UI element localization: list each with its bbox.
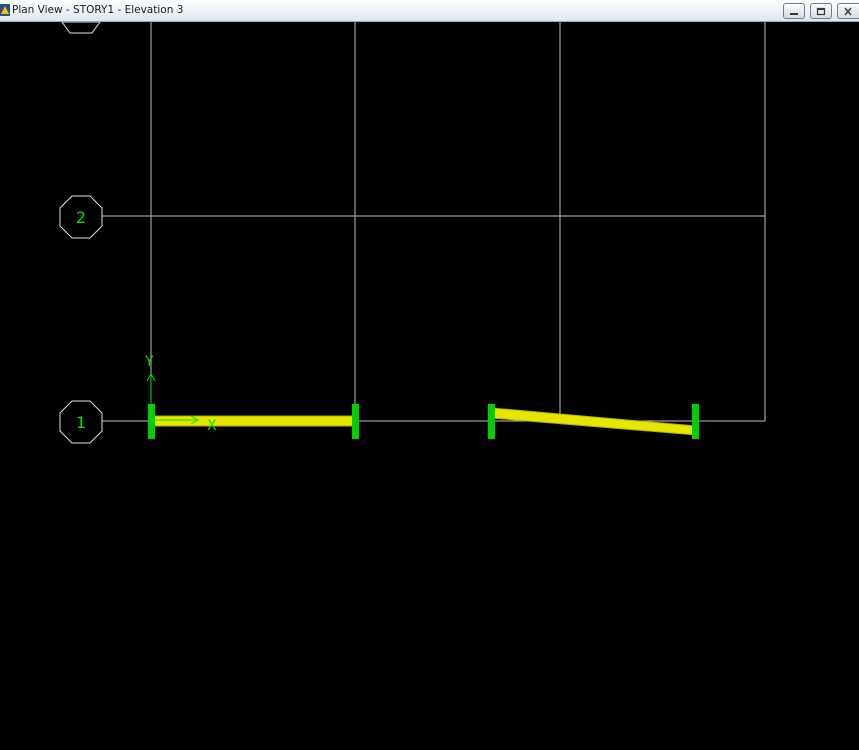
close-icon — [844, 7, 852, 16]
y-axis-label: Y — [144, 354, 154, 370]
restore-icon — [816, 7, 826, 16]
column-3[interactable] — [488, 404, 495, 439]
grid-bubble-1[interactable]: 1 — [59, 400, 103, 444]
plan-view-window: Plan View - STORY1 - Elevation 3 2 1 Y X — [0, 0, 859, 750]
close-button[interactable] — [837, 3, 859, 19]
beam-1[interactable] — [150, 415, 356, 427]
plan-canvas[interactable]: 2 1 Y X — [0, 22, 859, 750]
grid-lines — [102, 22, 766, 422]
grid-bubble-1-label: 1 — [76, 413, 86, 432]
window-title: Plan View - STORY1 - Elevation 3 — [12, 4, 184, 16]
column-2[interactable] — [352, 404, 359, 439]
title-bar[interactable]: Plan View - STORY1 - Elevation 3 — [0, 0, 859, 22]
app-icon — [0, 4, 10, 16]
minimize-icon — [790, 13, 798, 15]
restore-button[interactable] — [810, 3, 832, 19]
grid-bubble-2[interactable]: 2 — [59, 195, 103, 239]
grid-bubble-top-partial[interactable] — [61, 22, 101, 34]
minimize-button[interactable] — [783, 3, 805, 19]
grid-bubble-2-label: 2 — [76, 208, 86, 227]
x-axis-label: X — [207, 418, 217, 434]
column-4[interactable] — [692, 404, 699, 439]
